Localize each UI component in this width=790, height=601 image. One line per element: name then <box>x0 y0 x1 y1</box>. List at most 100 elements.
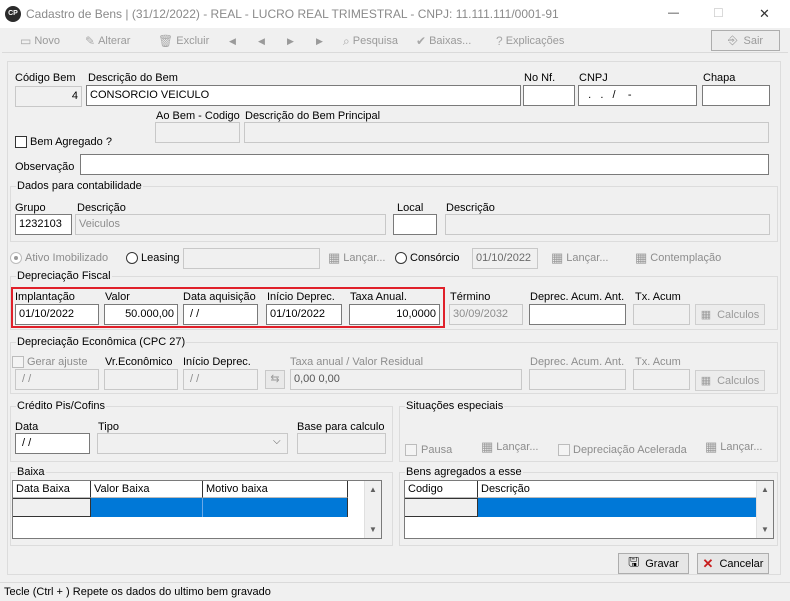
taxa-anual-label: Taxa Anual. <box>350 291 407 303</box>
agregados-scrollbar[interactable]: ▲ ▼ <box>756 481 773 538</box>
observacao-label: Observação <box>15 161 75 173</box>
taxa-residual-label: Taxa anual / Valor Residual <box>290 356 424 368</box>
chapa-field[interactable] <box>702 85 770 106</box>
nav-first-button[interactable]: ◀ <box>229 31 236 51</box>
nav-last-button[interactable]: ▶ <box>316 31 323 51</box>
vr-economico-field[interactable] <box>104 369 178 390</box>
lancar-acelerada-button[interactable]: ▦ Lançar... <box>705 439 763 455</box>
agregados-col-descricao[interactable]: Descrição <box>478 481 757 498</box>
nav-prev-button[interactable]: ◀ <box>258 31 265 51</box>
scroll-down-icon[interactable]: ▼ <box>365 521 381 538</box>
tx-acum-label: Tx. Acum <box>635 291 681 303</box>
baixa-col-motivo[interactable]: Motivo baixa <box>203 481 348 498</box>
credito-data-field[interactable]: / / <box>15 433 90 454</box>
implantacao-field[interactable]: 01/10/2022 <box>15 304 99 325</box>
economica-tx-acum-field[interactable] <box>633 369 690 390</box>
scroll-up-icon[interactable]: ▲ <box>757 481 773 498</box>
baixa-col-data[interactable]: Data Baixa <box>13 481 91 498</box>
tx-acum-field[interactable] <box>633 304 690 325</box>
cnpj-field[interactable]: . . / - <box>578 85 697 106</box>
gerar-ajuste-field[interactable]: / / <box>15 369 99 390</box>
alterar-button[interactable]: ✎ Alterar <box>85 31 130 51</box>
cancelar-button[interactable]: ✕ Cancelar <box>697 553 769 574</box>
minimize-button[interactable]: — <box>668 7 679 20</box>
observacao-field[interactable] <box>80 154 769 175</box>
leasing-radio[interactable] <box>126 252 138 264</box>
agregados-col-codigo[interactable]: Codigo <box>405 481 478 498</box>
close-button[interactable]: ✕ <box>759 7 770 20</box>
taxa-residual-field[interactable]: 0,00 0,00 <box>290 369 522 390</box>
lancar-pausa-button[interactable]: ▦ Lançar... <box>481 439 539 455</box>
pausa-checkbox[interactable] <box>405 444 417 456</box>
bem-agregado-checkbox[interactable] <box>15 136 27 148</box>
deprec-acum-field[interactable] <box>529 304 626 325</box>
chevron-down-icon[interactable]: ⌵ <box>273 436 281 447</box>
novo-button[interactable]: ▭ Novo <box>20 31 60 51</box>
taxa-anual-field[interactable]: 10,0000 <box>349 304 440 325</box>
baixa-scrollbar[interactable]: ▲ ▼ <box>364 481 381 538</box>
cnpj-label: CNPJ <box>579 72 608 84</box>
termino-field[interactable]: 30/09/2032 <box>449 304 523 325</box>
nf-field[interactable] <box>523 85 575 106</box>
codigo-bem-field[interactable]: 4 <box>15 86 82 107</box>
local-field[interactable] <box>393 214 437 235</box>
termino-label: Término <box>450 291 491 303</box>
lancar-leasing-button[interactable]: ▦ Lançar... <box>328 250 386 266</box>
calculator-icon: ▦ <box>705 439 718 454</box>
grupo-field[interactable]: 1232103 <box>15 214 72 235</box>
nav-next-button[interactable]: ▶ <box>287 31 294 51</box>
ao-bem-field[interactable] <box>155 122 240 143</box>
valor-field[interactable]: 50.000,00 <box>104 304 178 325</box>
inicio-deprec-label: Início Deprec. <box>267 291 335 303</box>
inicio-deprec-field[interactable]: 01/10/2022 <box>266 304 342 325</box>
baixa-selected-row[interactable] <box>91 498 348 517</box>
maximize-button[interactable]: ☐ <box>713 7 724 20</box>
ativo-imobilizado-radio[interactable] <box>10 252 22 264</box>
calculator-icon: ▦ <box>481 439 494 454</box>
consorcio-date-field[interactable]: 01/10/2022 <box>472 248 538 269</box>
calculos-economica-button[interactable]: ▦ Calculos <box>695 370 765 391</box>
edit-icon: ✎ <box>85 34 96 48</box>
leasing-label: Leasing <box>141 252 180 264</box>
grupo-descricao-field[interactable]: Veiculos <box>75 214 386 235</box>
explicacoes-button[interactable]: ? Explicações <box>496 31 564 51</box>
gerar-ajuste-checkbox[interactable] <box>12 356 24 368</box>
calculator-icon: ▦ <box>700 375 712 387</box>
baixa-col-valor[interactable]: Valor Baixa <box>91 481 203 498</box>
agregados-row-indicator[interactable] <box>405 498 478 517</box>
scroll-up-icon[interactable]: ▲ <box>365 481 381 498</box>
depreciacao-acelerada-checkbox[interactable] <box>558 444 570 456</box>
data-aquisicao-field[interactable]: / / <box>183 304 258 325</box>
base-calculo-field[interactable] <box>297 433 386 454</box>
sair-button[interactable]: ⎆ Sair <box>711 30 780 51</box>
app-logo-icon: CP <box>5 6 21 22</box>
consorcio-radio[interactable] <box>395 252 407 264</box>
economica-inicio-field[interactable]: / / <box>183 369 258 390</box>
credito-title: Crédito Pis/Cofins <box>16 399 107 413</box>
agregados-selected-row[interactable] <box>478 498 757 517</box>
credito-tipo-select[interactable] <box>97 433 288 454</box>
economica-deprec-acum-field[interactable] <box>529 369 626 390</box>
contemplacao-button[interactable]: ▦ Contemplação <box>635 250 721 266</box>
pausa-label: Pausa <box>421 444 453 456</box>
desc-principal-field[interactable] <box>244 122 769 143</box>
leasing-field[interactable] <box>183 248 320 269</box>
baixa-row-indicator[interactable] <box>13 498 91 517</box>
calculos-fiscal-button[interactable]: ▦ Calculos <box>695 304 765 325</box>
calculator-icon: ▦ <box>635 250 648 265</box>
nf-label: No Nf. <box>524 72 556 84</box>
contabilidade-title: Dados para contabilidade <box>16 179 143 193</box>
economica-deprec-acum-label: Deprec. Acum. Ant. <box>530 356 625 368</box>
baixas-button[interactable]: ✔ Baixas... <box>416 31 471 51</box>
local-descricao-field[interactable] <box>445 214 770 235</box>
gravar-button[interactable]: 🖫 Gravar <box>618 553 689 574</box>
sync-icon[interactable]: ⇆ <box>265 370 285 389</box>
agregados-grid[interactable]: Codigo Descrição ▲ ▼ <box>404 480 774 539</box>
pesquisa-button[interactable]: ⌕ Pesquisa <box>343 31 398 51</box>
excluir-button[interactable]: 🗑 Excluir <box>158 31 209 51</box>
scroll-down-icon[interactable]: ▼ <box>757 521 773 538</box>
lancar-consorcio-button[interactable]: ▦ Lançar... <box>551 250 609 266</box>
implantacao-label: Implantação <box>15 291 75 303</box>
baixa-grid[interactable]: Data Baixa Valor Baixa Motivo baixa ▲ ▼ <box>12 480 382 539</box>
descricao-bem-field[interactable]: CONSORCIO VEICULO <box>86 85 521 106</box>
